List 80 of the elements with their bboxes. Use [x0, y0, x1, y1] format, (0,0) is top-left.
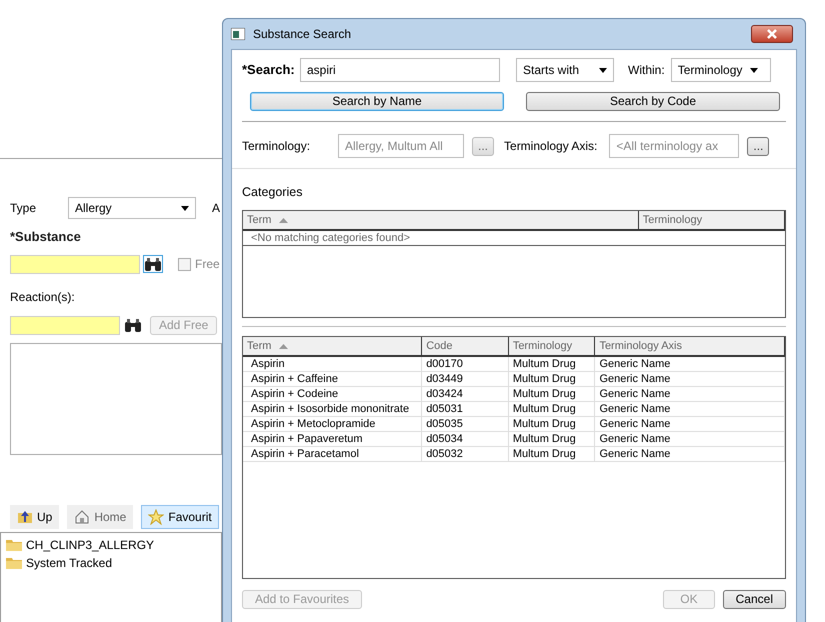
terminology-field[interactable]: Allergy, Multum All — [338, 134, 464, 158]
search-field[interactable]: aspiri — [300, 58, 500, 82]
table-cell: Aspirin + Codeine — [243, 386, 422, 402]
browse-button[interactable]: ... — [472, 136, 494, 156]
table-cell: d05035 — [422, 416, 508, 432]
type-dropdown[interactable]: Allergy — [68, 197, 196, 219]
caret-icon — [750, 68, 758, 72]
binoculars-icon — [124, 317, 142, 333]
table-cell: Generic Name — [594, 432, 784, 447]
column-header[interactable]: Term — [243, 336, 422, 356]
section-title: Categories — [242, 184, 304, 201]
table-cell: Aspirin + Papaveretum — [243, 432, 422, 447]
close-button[interactable] — [751, 25, 793, 43]
table-cell: d05034 — [422, 432, 508, 447]
table-cell: Multum Drug — [508, 402, 595, 417]
window-title: Substance Search — [253, 26, 352, 43]
field-label: Reaction(s): — [10, 288, 76, 306]
field-label: Within: — [628, 62, 665, 79]
close-icon — [767, 29, 777, 39]
column-header[interactable]: Term — [243, 210, 638, 230]
table-cell: Aspirin + Isosorbide mononitrate — [243, 402, 422, 417]
table-cell: Generic Name — [594, 386, 784, 402]
caret-icon — [599, 68, 607, 72]
window-icon — [231, 28, 245, 40]
sort-arrow-icon — [279, 344, 288, 348]
table-cell: Generic Name — [594, 356, 784, 372]
axis-field[interactable]: <All terminology ax — [609, 134, 740, 158]
folder-name[interactable]: System Tracked — [26, 554, 112, 572]
folder-icon — [6, 538, 22, 551]
nav-button[interactable]: Up — [10, 504, 60, 528]
column-header[interactable]: Terminology — [638, 210, 784, 230]
table-cell: Aspirin + Paracetamol — [243, 446, 422, 462]
table-cell: Multum Drug — [508, 446, 595, 462]
match-dropdown[interactable]: Starts with — [516, 58, 614, 82]
table-cell: d03449 — [422, 372, 508, 387]
table-cell: d05032 — [422, 446, 508, 462]
star-icon — [148, 508, 164, 524]
within-dropdown[interactable]: Terminology — [670, 58, 771, 82]
sort-arrow-icon — [279, 218, 288, 222]
field-label: Type — [10, 200, 38, 217]
folder-up-icon — [17, 508, 33, 524]
binoculars-icon — [144, 256, 162, 272]
dialog-button[interactable]: Cancel — [722, 590, 786, 609]
substance-field[interactable] — [10, 254, 140, 274]
caret-icon — [181, 206, 189, 210]
table-cell: Multum Drug — [508, 432, 595, 447]
table-cell: Aspirin + Metoclopramide — [243, 416, 422, 432]
folder-name[interactable]: CH_CLINP3_ALLERGY — [26, 536, 154, 554]
folder-icon — [6, 556, 22, 569]
checkbox-label: Free — [195, 256, 220, 273]
table-cell: Multum Drug — [508, 416, 595, 432]
browse-button[interactable]: ... — [747, 136, 770, 156]
checkbox[interactable] — [178, 258, 191, 270]
table-cell: Multum Drug — [508, 372, 595, 387]
table-cell: Aspirin + Caffeine — [243, 372, 422, 387]
home-icon — [74, 508, 90, 524]
field-label: Terminology: — [242, 138, 312, 155]
field-label: *Search: — [242, 61, 296, 80]
field-label: *Substance — [10, 228, 82, 246]
field-label: A — [212, 200, 220, 217]
search-button[interactable]: Search by Code — [526, 92, 780, 111]
table-cell: Multum Drug — [508, 356, 595, 372]
table-cell: Aspirin — [243, 356, 422, 372]
table-cell: d05031 — [422, 402, 508, 417]
table-cell: Generic Name — [594, 372, 784, 387]
search-button[interactable]: Search by Name — [250, 92, 504, 111]
empty-message: <No matching categories found> — [243, 230, 784, 246]
reactions-list[interactable] — [10, 342, 222, 454]
table-cell: d03424 — [422, 386, 508, 402]
field-label: Terminology Axis: — [504, 138, 598, 155]
table-cell: Generic Name — [594, 446, 784, 462]
table-cell: Generic Name — [594, 416, 784, 432]
column-header[interactable]: Terminology — [508, 336, 595, 356]
reaction-field[interactable] — [10, 316, 120, 334]
table-cell: Generic Name — [594, 402, 784, 417]
table-cell: Multum Drug — [508, 386, 595, 402]
column-header[interactable]: Terminology Axis — [594, 336, 784, 356]
nav-button[interactable]: Favourit — [141, 504, 219, 528]
table-cell: d00170 — [422, 356, 508, 372]
column-header[interactable]: Code — [422, 336, 508, 356]
